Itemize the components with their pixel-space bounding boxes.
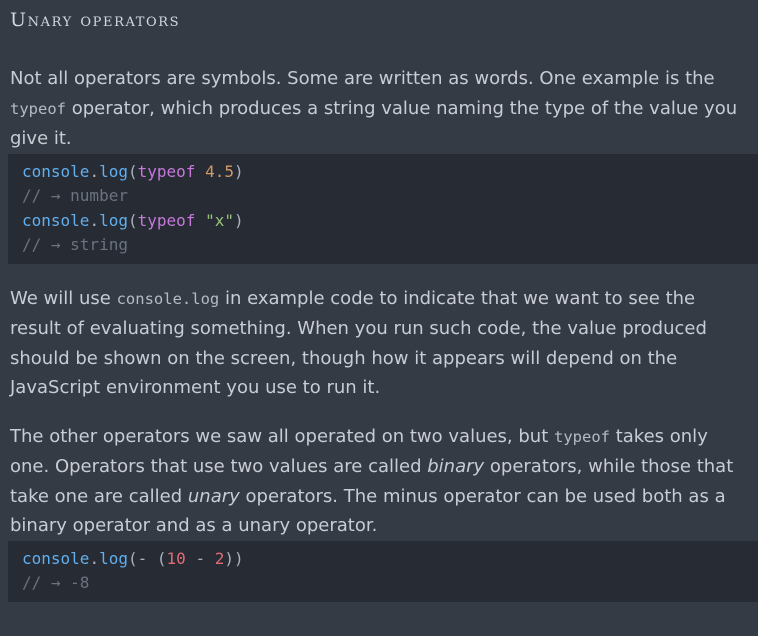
code-token: .: [89, 210, 100, 230]
code-token: 10: [166, 548, 186, 568]
text: Not all operators are symbols. Some are …: [10, 68, 715, 89]
text: operator, which produces a string value …: [10, 97, 738, 150]
code-token: (: [127, 548, 138, 568]
code-token: console: [22, 548, 90, 568]
code-token: log: [99, 210, 128, 230]
code-token: -: [185, 548, 215, 568]
inline-code: console.log: [116, 289, 220, 308]
code-token: )): [224, 548, 244, 568]
code-block-minus[interactable]: console.log(- (10 - 2)) // → -8: [8, 540, 758, 602]
inline-code: typeof: [554, 427, 610, 446]
paragraph-typeof-intro: Not all operators are symbols. Some are …: [10, 64, 748, 154]
code-token: console: [22, 161, 90, 181]
code-token: -: [137, 548, 148, 568]
code-token: (: [127, 210, 138, 230]
text: The other operators we saw all operated …: [10, 425, 554, 447]
code-token: ): [233, 210, 244, 230]
page: Unary operators Not all operators are sy…: [0, 0, 758, 636]
code-token: ): [233, 161, 244, 181]
paragraph-unary-binary: The other operators we saw all operated …: [10, 422, 748, 541]
code-token: 2: [214, 548, 225, 568]
code-token: 4.5: [205, 161, 234, 181]
code-token: typeof: [137, 161, 196, 181]
emphasis: unary: [187, 485, 240, 507]
section-heading: Unary operators: [10, 9, 181, 31]
code-block-typeof[interactable]: console.log(typeof 4.5) // → number cons…: [8, 153, 758, 264]
code-token: console: [22, 210, 90, 230]
code-comment: // → -8: [22, 573, 90, 592]
code-token: (: [127, 161, 138, 181]
code-token: typeof: [137, 210, 196, 230]
paragraph-console-log: We will use console.log in example code …: [10, 284, 748, 403]
code-comment: // → number: [22, 186, 128, 205]
code-token: log: [99, 161, 128, 181]
inline-code: typeof: [10, 99, 66, 118]
code-token: .: [89, 548, 100, 568]
code-token: .: [89, 161, 100, 181]
code-token: "x": [205, 210, 234, 230]
text: We will use: [10, 287, 117, 309]
code-token: (: [156, 548, 167, 568]
code-comment: // → string: [22, 235, 128, 254]
code-token: log: [99, 548, 128, 568]
emphasis: binary: [427, 456, 485, 477]
